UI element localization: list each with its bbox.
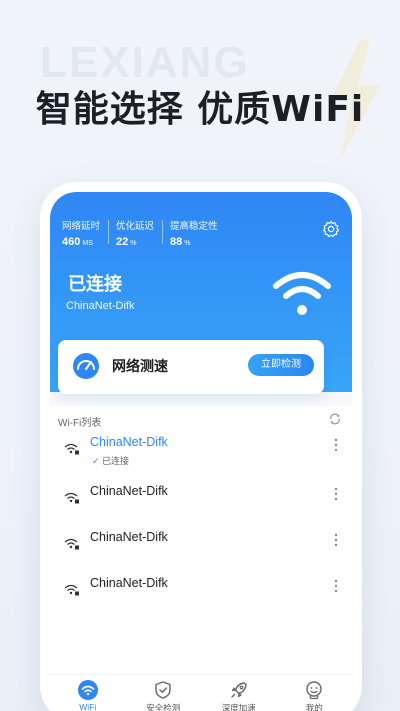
wifi-row-connected[interactable]: ChinaNet-Difk ✓ 已连接 [50,432,352,468]
wifi-row[interactable]: ChinaNet-Difk [50,573,352,609]
stat-label: 提高稳定性 [170,221,218,232]
stat-value: 22% [116,236,154,248]
wifi-status-text: 已连接 [102,456,130,466]
stat-number: 88 [170,236,183,248]
connection-status: 已连接 [68,274,122,294]
tab-label: 安全检测 [146,703,181,711]
stat-value: 88% [170,236,218,248]
more-options-icon[interactable] [334,438,338,452]
wifi-ssid: ChinaNet-Difk [90,576,168,590]
stat-value: 460 MS [62,236,100,248]
wifi-ssid: ChinaNet-Difk [90,484,168,498]
shield-icon [155,681,171,699]
stat-number: 22 [116,236,129,248]
tab-wifi[interactable]: WiFi [50,675,126,711]
stat-unit: MS [82,240,93,247]
tab-security-check[interactable]: 安全检测 [126,675,202,711]
stat-label: 网络延时 [62,221,101,232]
wifi-status: ✓ 已连接 [92,454,129,467]
wifi-lock-icon [64,443,79,455]
stat-unit: % [130,240,137,247]
stat-latency: 网络延时 460 MS [62,218,108,248]
connected-ssid: ChinaNet-Difk [66,300,135,312]
wifi-lock-icon [64,492,79,504]
stat-optimize: 优化延迟 22% [108,218,162,248]
speed-test-card[interactable]: 网络测速 立即检测 [58,340,324,394]
profile-icon [306,681,322,700]
stat-label: 优化延迟 [116,221,155,232]
wifi-icon [77,680,98,700]
network-stats: 网络延时 460 MS 优化延迟 22% 提高稳定性 88% [62,218,234,248]
stat-unit: % [184,240,191,247]
gear-icon[interactable] [322,220,340,238]
tab-label: 深度加速 [221,703,256,711]
wifi-lock-icon [64,538,79,550]
tab-label: 我的 [305,703,323,711]
speedometer-icon [73,353,99,379]
tab-label: WiFi [79,702,97,711]
detect-now-button[interactable]: 立即检测 [248,354,314,376]
wifi-signal-icon [273,272,331,315]
wifi-ssid: ChinaNet-Difk [90,530,168,544]
more-options-icon[interactable] [334,579,338,593]
more-options-icon[interactable] [334,533,338,547]
stat-number: 460 [62,236,81,248]
bottom-tab-bar: WiFi 安全检测 深度加速 我的 [50,674,352,711]
check-icon: ✓ [92,456,103,466]
tab-mine[interactable]: 我的 [277,675,353,711]
speed-test-label: 网络测速 [112,358,168,374]
refresh-icon[interactable] [328,412,342,426]
rocket-icon [231,682,247,698]
wifi-row[interactable]: ChinaNet-Difk [50,527,352,563]
wifi-row[interactable]: ChinaNet-Difk [50,481,352,517]
wifi-ssid: ChinaNet-Difk [90,435,168,449]
connection-header: 网络延时 460 MS 优化延迟 22% 提高稳定性 88% 已连接 ChinaN… [50,192,352,394]
phone-mockup: 网络延时 460 MS 优化延迟 22% 提高稳定性 88% 已连接 ChinaN… [40,182,362,711]
wifi-list-header: Wi-Fi列表 [58,418,102,429]
wifi-lock-icon [64,584,79,596]
app-screen: 网络延时 460 MS 优化延迟 22% 提高稳定性 88% 已连接 ChinaN… [50,192,352,711]
headline: 智能选择 优质WiFi [35,89,365,130]
tab-deep-boost[interactable]: 深度加速 [201,675,277,711]
stat-stability: 提高稳定性 88% [162,218,226,248]
more-options-icon[interactable] [334,487,338,501]
wifi-list: Wi-Fi列表 ChinaNet-Difk ✓ 已连接 ChinaNet-Dif… [50,406,352,711]
